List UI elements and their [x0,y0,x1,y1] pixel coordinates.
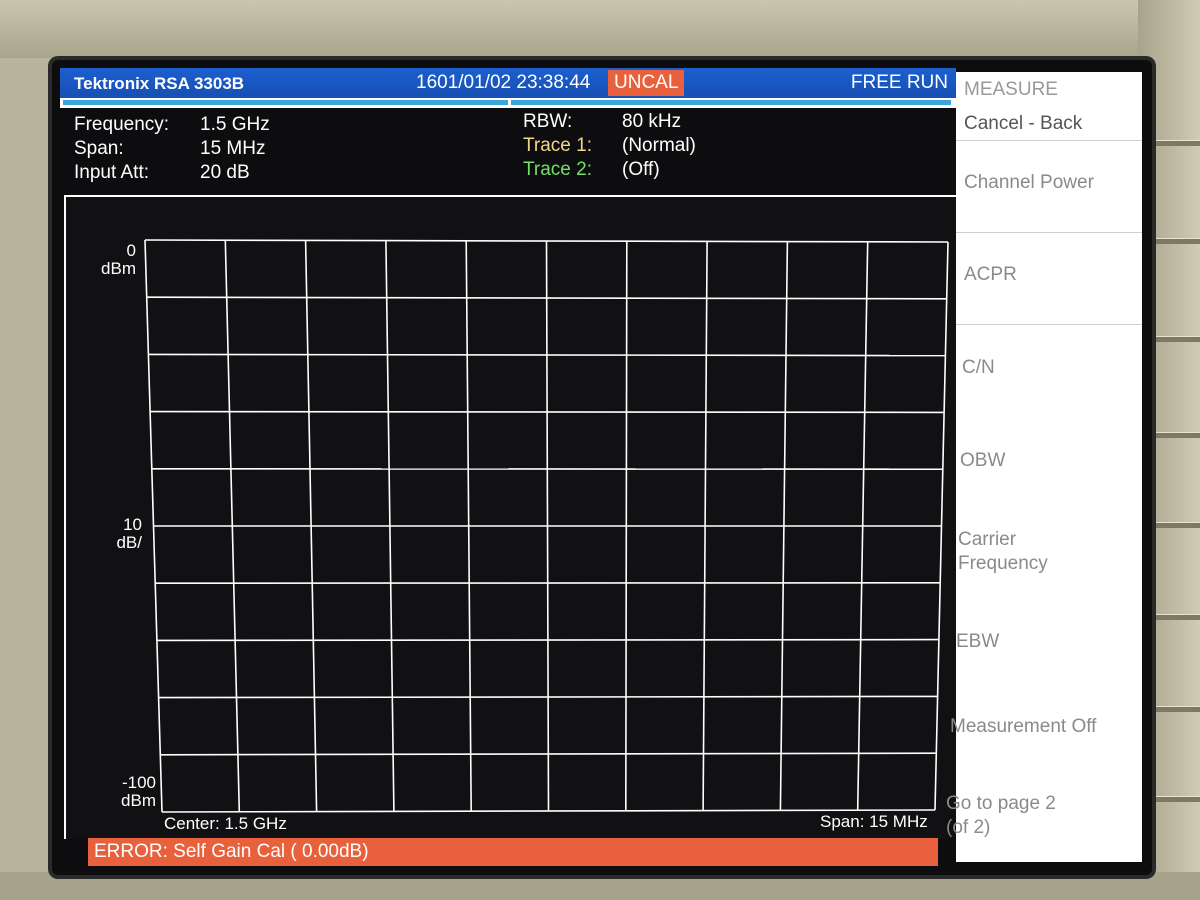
instrument-bezel-top [0,0,1200,58]
menu-c-n[interactable]: C/N [962,356,1148,380]
bezel-softkey-6[interactable] [1152,614,1200,620]
menu-measurement-off[interactable]: Measurement Off [950,715,1136,739]
date-time: 1601/01/02 23:38:44 [416,72,591,93]
instrument-model: Tektronix RSA 3303B [74,74,245,93]
uncal-badge: UNCAL [608,70,685,96]
y-top-unit: dBm [101,259,136,278]
y-axis-bottom: -100 dBm [96,774,156,810]
frequency-label: Frequency: [74,114,170,135]
y-scale-value: 10 [123,515,142,534]
bezel-softkey-7[interactable] [1152,706,1200,712]
menu-divider-1 [956,140,1142,142]
menu-acpr[interactable]: ACPR [964,263,1150,287]
run-mode: FREE RUN [850,72,948,93]
settings-left: Frequency: 1.5 GHz Span: 15 MHz Input Att:… [74,113,270,185]
status-bar-fill [63,100,951,105]
menu-carrier-frequency[interactable]: Carrier Frequency [958,528,1144,576]
span-value: 15 MHz [200,138,266,159]
menu-obw[interactable]: OBW [960,449,1146,473]
menu-carrier-line1: Carrier [958,529,1017,550]
rbw-label: RBW: [523,111,573,132]
bezel-softkey-1[interactable] [1152,140,1200,146]
menu-ebw[interactable]: EBW [956,630,1142,654]
trace2-label: Trace 2: [523,159,592,180]
y-bottom-value: -100 [121,773,156,792]
softkey-menu: MEASURE Cancel - Back Channel Power ACPR… [946,72,1144,862]
bezel-softkey-8[interactable] [1152,796,1200,802]
bezel-softkey-5[interactable] [1152,522,1200,528]
trace2-value: (Off) [622,159,660,180]
y-bottom-unit: dBm [121,791,156,810]
y-scale-unit: dB/ [116,533,142,552]
x-span-label: Span: 15 MHz [820,812,928,831]
y-axis-scale: 10 dB/ [82,516,142,552]
span-label: Span: [74,138,124,159]
menu-page-line2: (of 2) [946,817,991,838]
menu-channel-power[interactable]: Channel Power [964,171,1150,195]
trace1-value: (Normal) [622,135,696,156]
menu-page-line1: Go to page 2 [946,793,1056,814]
bezel-softkey-3[interactable] [1152,336,1200,342]
menu-go-to-page-2[interactable]: Go to page 2 (of 2) [946,792,1132,840]
instrument-bezel-bottom [0,872,1200,900]
input-att-value: 20 dB [200,162,250,183]
menu-divider-3 [956,324,1142,326]
menu-carrier-line2: Frequency [958,553,1048,574]
status-bar [60,98,956,108]
frequency-value: 1.5 GHz [200,114,270,135]
bezel-softkey-2[interactable] [1152,238,1200,244]
input-att-label: Input Att: [74,162,149,183]
title-bar: Tektronix RSA 3303B 1601/01/02 23:38:44 … [60,68,956,98]
trace1-label: Trace 1: [523,135,592,156]
bezel-softkey-4[interactable] [1152,432,1200,438]
x-center-label: Center: 1.5 GHz [164,814,287,833]
menu-cancel-back[interactable]: Cancel - Back [964,112,1150,136]
error-message: ERROR: Self Gain Cal ( 0.00dB) [88,838,938,866]
menu-divider-2 [956,232,1142,234]
y-axis-top: 0 dBm [76,242,136,278]
status-bar-separator [508,98,511,108]
y-top-value: 0 [126,241,136,260]
settings-right: RBW: 80 kHz Trace 1: (Normal) Trace 2: (Off… [523,110,696,182]
rbw-value: 80 kHz [622,111,682,132]
menu-title: MEASURE [964,79,1058,100]
plot-frame [64,195,959,839]
